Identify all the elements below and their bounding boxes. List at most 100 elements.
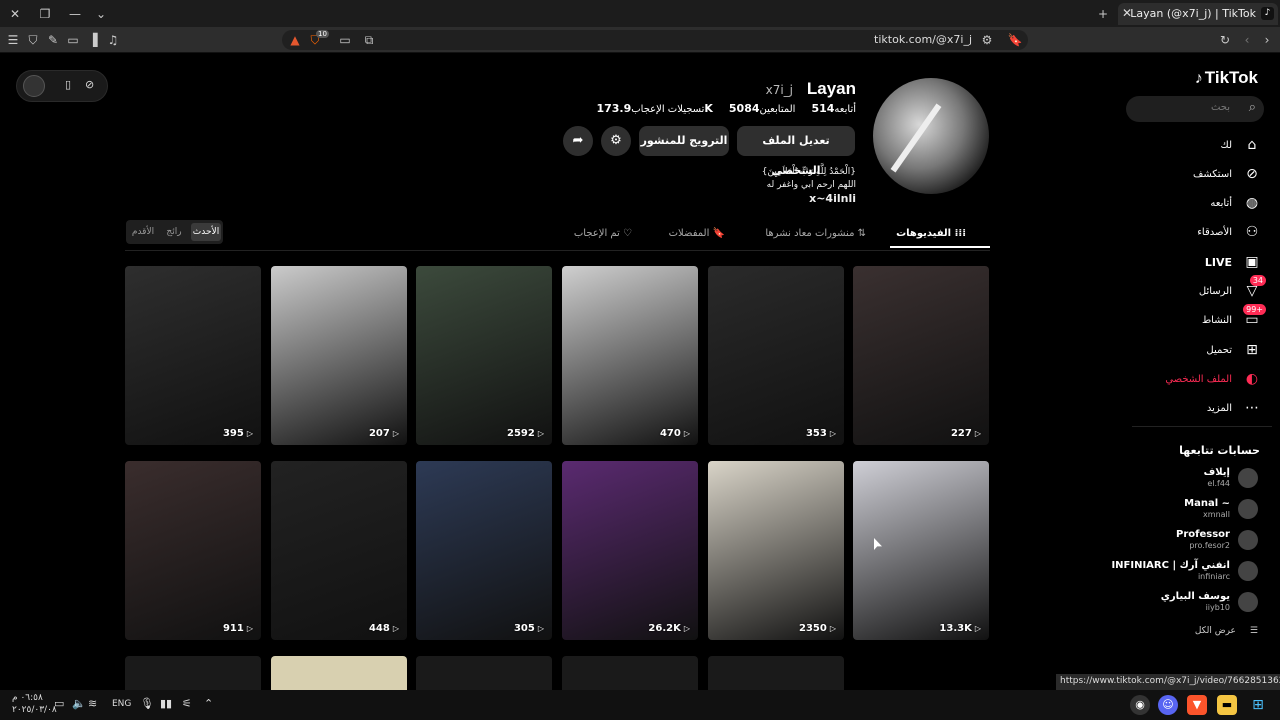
language-indicator[interactable]: ENG [112,699,131,709]
discord-icon[interactable]: ☺ [1158,695,1178,715]
cast-icon[interactable]: ▭ [336,31,354,49]
back-icon[interactable]: ‹ [1238,31,1256,49]
avatar[interactable] [23,75,45,97]
video-card[interactable] [562,656,698,690]
sidebar-icon[interactable]: ▐ [84,31,102,49]
video-card[interactable]: 227 ▷ [853,266,989,445]
video-card[interactable]: 26.2K ▷ [562,461,698,640]
restore-window-icon[interactable]: ❐ [36,5,54,23]
following-account[interactable]: يوسف البياري iiyb10 [1108,590,1258,616]
sidebar-item-live[interactable]: LIVE ▣ [1205,251,1262,273]
video-card[interactable]: 911 ▷ [125,461,261,640]
video-card[interactable]: 2350 ▷ [708,461,844,640]
tabs-icon[interactable]: ▭ [64,31,82,49]
edit-profile-button[interactable]: تعديل الملف الشخصي [737,126,855,177]
rewards-icon[interactable]: ▲ [286,31,304,49]
address-bar[interactable]: ▲ ⛉ 10 ▭ ⧉ tiktok.com/@x7i_j ⚙ 🔖 [282,30,1028,50]
tab-videos[interactable]: الفيديوهات ⁞⁞⁞ [896,228,966,239]
search-input[interactable]: بحث ⌕ [1126,96,1264,122]
battery-icon[interactable]: ▭ [54,697,64,710]
promote-post-button[interactable]: الترويج للمنشور [639,126,729,156]
following-account[interactable]: Professor pro.fesor2 [1108,528,1258,554]
following-account[interactable]: Manal ~ xmnall [1108,497,1258,523]
video-card[interactable] [125,656,261,690]
tab-liked-label: تم الإعجاب [573,228,620,239]
sidebar-item-messages[interactable]: الرسائل ▽ 34 [1199,275,1266,302]
video-card[interactable]: 305 ▷ [416,461,552,640]
profile-avatar[interactable] [873,78,989,194]
share-icon[interactable]: ➦ [563,126,593,156]
mic-icon[interactable]: 🎙 [140,697,154,710]
url-text: tiktok.com/@x7i_j [874,33,972,46]
sidebar-item-upload[interactable]: تحميل ⊞ [1206,339,1262,361]
phone-icon[interactable]: ▯ [65,78,71,91]
following-account[interactable]: إيلاف el.f44 [1108,466,1258,492]
video-card[interactable]: 448 ▷ [271,461,407,640]
menu-icon[interactable]: ☰ [4,31,22,49]
following-account[interactable]: INFINIARC | انفني آرك infiniarc [1108,559,1258,585]
new-tab-icon[interactable]: + [1094,5,1112,23]
steam-icon[interactable]: ◉ [1130,695,1150,715]
active-tab-underline [890,246,990,248]
compass-icon[interactable]: ⊘ [85,78,94,91]
video-card[interactable]: 353 ▷ [708,266,844,445]
corner-widget[interactable]: ▯ ⊘ [16,70,108,102]
see-all-button[interactable]: عرض الكل ☰ [1195,626,1258,636]
bookmark-icon[interactable]: 🔖 [1006,31,1024,49]
likes-stat: تسجيلات الإعجاب173.9K [592,102,712,115]
video-card[interactable]: 207 ▷ [271,266,407,445]
chevron-up-icon[interactable]: ⌃ [204,697,213,710]
sidebar-item-home[interactable]: لك ⌂ [1221,134,1262,156]
tab-title: Layan (@x7i_j) | TikTok [1130,7,1256,20]
sort-toggle: الأحدث رائج الأقدم [126,220,223,244]
sort-popular[interactable]: رائج [159,223,189,241]
sidebar-item-label: LIVE [1204,255,1232,269]
sidebar-item-following[interactable]: أتابعه ◍ [1210,192,1262,214]
volume-icon[interactable]: 🔈 [72,697,86,710]
sidebar-item-compass[interactable]: استكشف ⊘ [1193,163,1262,185]
site-settings-icon[interactable]: ⚙ [978,31,996,49]
bio-link[interactable]: x~4ilnli [762,192,856,205]
close-window-icon[interactable]: ✕ [6,5,24,23]
audio-bars-icon[interactable]: ▮▮ [160,697,172,710]
file-explorer-icon[interactable]: ▬ [1217,695,1237,715]
followers-stat[interactable]: المتابعين5084 [725,102,796,115]
tab-reposts[interactable]: منشورات معاد نشرها ⇅ [765,228,866,239]
settings-sliders-icon[interactable]: ⚟ [182,697,192,710]
forward-icon[interactable]: › [1258,31,1276,49]
account-name: يوسف البياري [1160,591,1230,602]
reload-icon[interactable]: ↻ [1216,31,1234,49]
browser-tab[interactable]: ✕ Layan (@x7i_j) | TikTok ♪ [1118,3,1278,25]
brave-icon[interactable]: ▼ [1187,695,1207,715]
wifi-icon[interactable]: ≋ [88,697,97,710]
video-card[interactable] [416,656,552,690]
video-card[interactable]: 470 ▷ [562,266,698,445]
windows-start-icon[interactable]: ⊞ [1248,695,1268,715]
view-count: 13.3K ▷ [939,623,981,634]
tab-liked[interactable]: تم الإعجاب ♡ [574,228,632,239]
following-stat[interactable]: أتابعه514 [807,102,856,115]
music-icon[interactable]: ♫ [104,31,122,49]
video-card[interactable] [708,656,844,690]
taskbar-clock[interactable]: ٠٦:٥٨ م ٢٠٢٥/٠٣/٠٨ [12,692,57,716]
clock-time: ٠٦:٥٨ م [12,693,43,703]
video-card[interactable]: 2592 ▷ [416,266,552,445]
sidebar-item-profile[interactable]: الملف الشخصي ◐ [1165,368,1262,390]
sort-oldest[interactable]: الأقدم [128,223,158,241]
tiktok-logo[interactable]: ♪ TikTok [1195,68,1258,88]
tab-favorites[interactable]: المفضلات 🔖 [669,228,725,239]
settings-icon[interactable]: ⚙ [601,126,631,156]
sidebar-item-more[interactable]: المزيد ⋯ [1207,397,1262,419]
sidebar-item-activity[interactable]: النشاط ▭ 99+ [1202,304,1266,331]
following-label: أتابعه [834,104,856,115]
minimize-window-icon[interactable]: — [66,5,84,23]
sidebar-item-friends[interactable]: الأصدقاء ⚇ [1197,221,1262,243]
sort-latest[interactable]: الأحدث [191,223,221,241]
shield-icon[interactable]: ⛉ [24,31,42,49]
video-card[interactable]: 13.3K ▷ [853,461,989,640]
video-card[interactable] [271,656,407,690]
chevron-down-icon[interactable]: ⌄ [92,5,110,23]
video-card[interactable]: 395 ▷ [125,266,261,445]
translate-icon[interactable]: ⧉ [360,31,378,49]
pin-icon[interactable]: ✎ [44,31,62,49]
